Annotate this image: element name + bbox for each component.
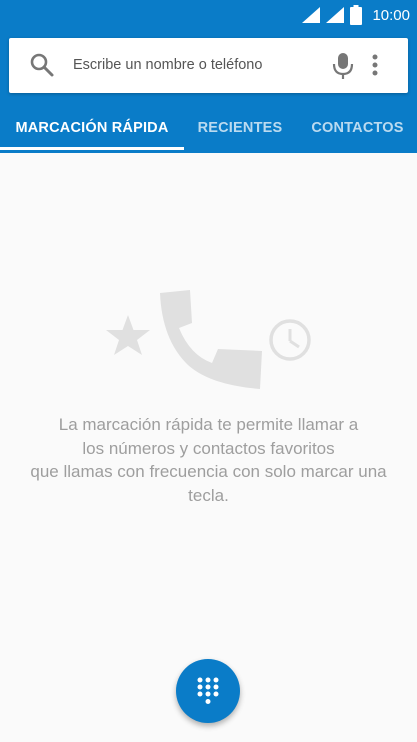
signal-icon [326, 7, 345, 23]
search-bar[interactable] [9, 38, 408, 93]
tab-label: CONTACTOS [311, 120, 404, 136]
empty-state-illustration [106, 290, 311, 389]
empty-state-line: tecla. [188, 485, 229, 505]
mic-icon[interactable] [331, 52, 355, 80]
dialpad-button[interactable] [176, 659, 240, 723]
tab-contacts[interactable]: CONTACTOS [298, 103, 417, 153]
empty-state-line: La marcación rápida te permite llamar a [58, 415, 359, 434]
phone-icon [160, 290, 262, 389]
tab-speed-dial[interactable]: MARCACIÓN RÁPIDA [0, 103, 184, 153]
search-icon[interactable] [29, 52, 55, 78]
tab-indicator [0, 147, 184, 150]
tab-bar: MARCACIÓN RÁPIDA RECIENTES CONTACTOS [0, 103, 417, 153]
empty-state-line: que llamas con frecuencia con solo marca… [30, 462, 387, 481]
tab-label: MARCACIÓN RÁPIDA [15, 120, 169, 136]
battery-icon [350, 5, 363, 25]
clock-icon [269, 319, 311, 361]
empty-state-line: los números y contactos favoritos [82, 438, 335, 458]
status-icons: 10:00 [302, 4, 410, 26]
tab-recents[interactable]: RECIENTES [184, 103, 296, 153]
tab-label: RECIENTES [197, 120, 283, 136]
empty-state-message: La marcación rápida te permite llamar a … [0, 413, 417, 507]
more-vert-icon[interactable] [371, 52, 379, 78]
wifi-icon [302, 7, 321, 23]
star-icon [106, 315, 150, 355]
app-bar: 10:00 MARCACIÓN RÁPIDA RECIENTES CONTACT… [0, 0, 417, 153]
status-bar: 10:00 [0, 0, 417, 30]
search-input[interactable] [73, 47, 313, 83]
status-time: 10:00 [372, 6, 410, 24]
dialpad-icon [197, 677, 219, 704]
